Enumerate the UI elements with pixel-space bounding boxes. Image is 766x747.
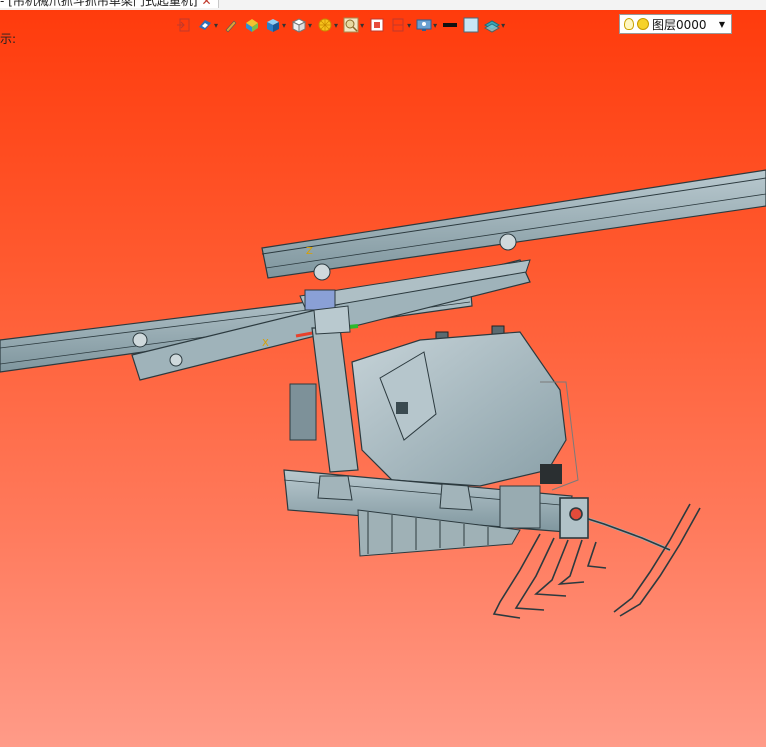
chevron-down-icon: ▾ (407, 20, 412, 30)
section-button[interactable]: ▾ (390, 15, 411, 35)
shaded-cube-button[interactable]: ▾ (265, 15, 286, 35)
zoom-icon (343, 17, 359, 33)
bulb-icon[interactable] (624, 18, 634, 30)
chevron-down-icon: ▾ (282, 20, 287, 30)
chevron-down-icon: ▾ (308, 20, 313, 30)
document-tab-title: - [吊机械爪抓斗抓吊单梁门式起重机] (0, 0, 198, 8)
snapshot-button[interactable] (369, 15, 385, 35)
fill-color-button[interactable] (463, 15, 479, 35)
chevron-down-icon[interactable]: ▼ (719, 20, 725, 29)
main-beam (0, 169, 766, 373)
line-color-icon (443, 23, 458, 27)
chevron-down-icon: ▾ (214, 20, 219, 30)
pen-icon (225, 20, 237, 33)
layer-color-icon (637, 18, 649, 30)
sun-icon (318, 18, 332, 32)
chevron-down-icon: ▾ (433, 20, 438, 30)
pen-button[interactable] (223, 15, 239, 35)
svg-text:X: X (262, 338, 269, 349)
exit-button[interactable] (176, 15, 192, 35)
snapshot-icon (370, 18, 384, 32)
cube-shaded-icon (267, 19, 280, 32)
view-icon (199, 20, 211, 30)
layer-select[interactable]: 图层0000 ▼ (619, 14, 732, 34)
fill-color-icon (463, 17, 479, 33)
view-button[interactable]: ▾ (197, 15, 218, 35)
lighting-button[interactable]: ▾ (317, 15, 338, 35)
material-icon (246, 19, 259, 32)
layer-select-value: 图层0000 (652, 17, 707, 32)
display-icon (416, 19, 432, 31)
chevron-down-icon: ▾ (360, 20, 365, 30)
line-color-button[interactable] (442, 15, 458, 35)
3d-viewport[interactable]: 示: Z X ▾ ▾ ▾ ▾ ▾ ▾ ▾ ▾ 图层0000 ▼ (0, 10, 766, 747)
hanger-arm (311, 305, 359, 473)
chevron-down-icon: ▾ (501, 20, 506, 30)
zoom-button[interactable]: ▾ (343, 15, 364, 35)
view-toolbar: ▾ ▾ ▾ ▾ ▾ ▾ ▾ ▾ (176, 14, 505, 36)
document-tab[interactable]: - [吊机械爪抓斗抓吊单梁门式起重机] ✕ (0, 0, 219, 8)
display-button[interactable]: ▾ (416, 15, 437, 35)
layer-stack-button[interactable]: ▾ (484, 15, 505, 35)
crane-model-render: Z X (0, 169, 766, 619)
chevron-down-icon: ▾ (334, 20, 339, 30)
wire-cube-button[interactable]: ▾ (291, 15, 312, 35)
material-button[interactable] (244, 15, 260, 35)
exit-icon (177, 18, 190, 32)
svg-text:Z: Z (306, 246, 313, 257)
section-icon (392, 18, 404, 32)
cube-white-icon (291, 18, 307, 33)
tab-bar: - [吊机械爪抓斗抓吊单梁门式起重机] ✕ (0, 0, 766, 10)
close-icon[interactable]: ✕ (202, 0, 212, 8)
layer-stack-icon (484, 20, 501, 33)
